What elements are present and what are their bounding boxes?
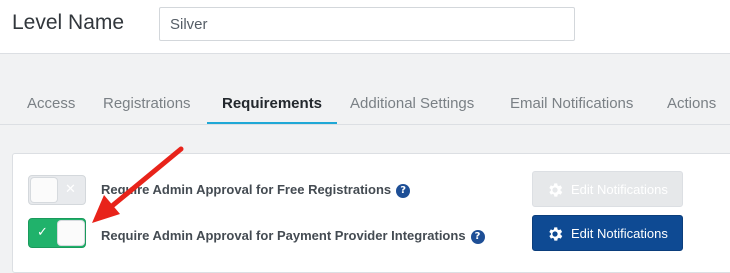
level-name-label: Level Name [12,11,125,34]
payment-provider-toggle[interactable]: ✓ [28,218,86,248]
edit-notifications-button[interactable]: Edit Notifications [532,215,683,251]
edit-notifications-label: Edit Notifications [571,182,668,197]
gear-icon [549,227,563,241]
help-icon[interactable]: ? [396,184,411,198]
tab-email-notifications[interactable]: Email Notifications [510,78,633,124]
free-registrations-label: Require Admin Approval for Free Registra… [101,182,392,197]
free-registrations-toggle[interactable]: ✕ [28,175,86,205]
payment-provider-requirement: Require Admin Approval for Payment Provi… [101,228,485,244]
help-icon[interactable]: ? [470,230,485,244]
tab-additional-settings[interactable]: Additional Settings [350,78,474,124]
toggle-knob [58,221,84,245]
free-registrations-requirement: Require Admin Approval for Free Registra… [101,182,411,198]
edit-notifications-button-disabled[interactable]: Edit Notifications [532,171,683,207]
toggle-knob [31,178,57,202]
tab-bar: Access Registrations Requirements Additi… [0,78,730,125]
edit-notifications-label: Edit Notifications [571,226,668,241]
cross-icon: ✕ [65,182,76,197]
tab-actions[interactable]: Actions [667,78,716,124]
tab-requirements[interactable]: Requirements [207,78,338,124]
tab-access[interactable]: Access [27,78,75,124]
tab-registrations[interactable]: Registrations [103,78,191,124]
payment-provider-label: Require Admin Approval for Payment Provi… [101,228,466,243]
level-name-input[interactable] [159,7,575,41]
gear-icon [549,183,563,197]
level-header: Level Name [0,0,730,54]
check-icon: ✓ [37,225,48,240]
